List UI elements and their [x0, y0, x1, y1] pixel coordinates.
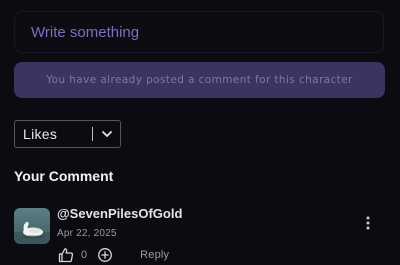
comment-input[interactable]	[14, 11, 384, 53]
comment-username[interactable]: @SevenPilesOfGold	[57, 206, 182, 221]
section-title: Your Comment	[14, 168, 114, 184]
already-posted-notice: You have already posted a comment for th…	[14, 62, 385, 98]
avatar[interactable]	[14, 208, 50, 244]
notice-text: You have already posted a comment for th…	[46, 74, 353, 86]
sort-divider	[92, 127, 93, 141]
chevron-down-icon[interactable]	[98, 125, 116, 143]
comment-date: Apr 22, 2025	[57, 228, 117, 239]
sort-selected-value: Likes	[23, 126, 58, 142]
reply-button[interactable]: Reply	[140, 249, 169, 261]
more-vertical-icon[interactable]	[360, 213, 376, 233]
comment-actions: 0 Reply	[57, 246, 169, 264]
thumbs-up-icon[interactable]	[57, 246, 75, 264]
like-count: 0	[81, 249, 88, 261]
plus-circle-icon[interactable]	[96, 246, 114, 264]
comments-panel: You have already posted a comment for th…	[0, 0, 400, 265]
sort-select[interactable]: Likes	[14, 120, 121, 148]
